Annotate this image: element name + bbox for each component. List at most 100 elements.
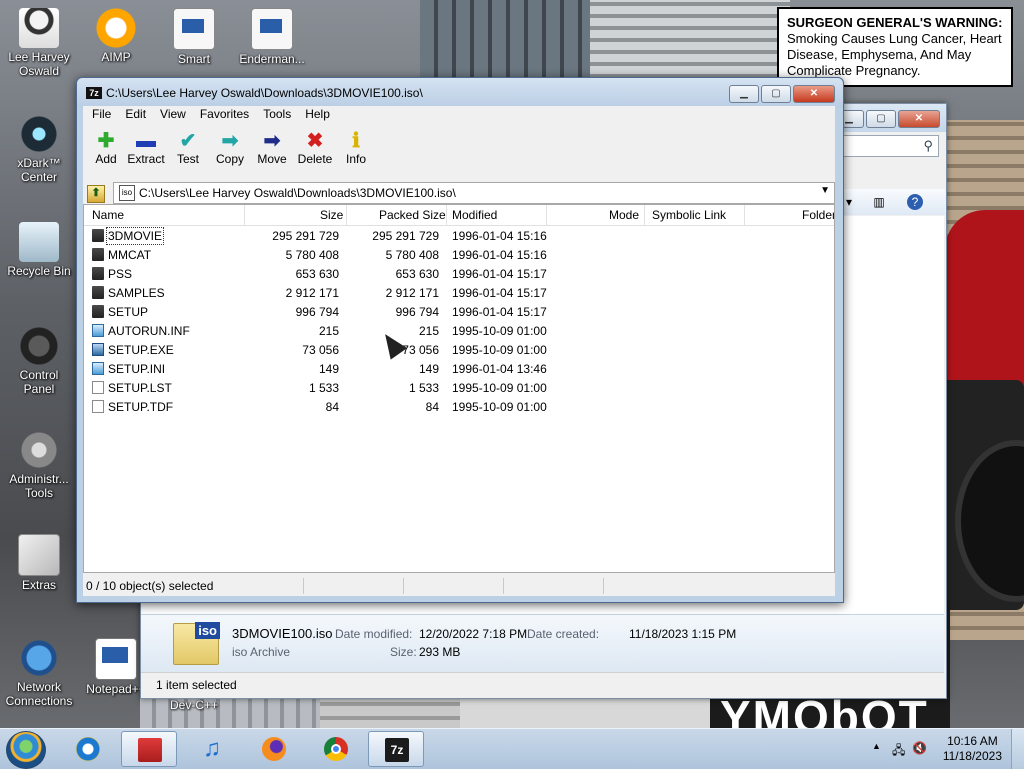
info-icon: ℹ [352, 130, 360, 152]
desktop-icon-extras[interactable]: Extras [3, 534, 75, 592]
list-item[interactable]: SETUP.LST 1 533 1 533 1995-10-09 01:00 [84, 378, 834, 397]
tray-expand-icon[interactable]: ▲ [872, 741, 881, 751]
folder-icon [92, 248, 104, 261]
list-item[interactable]: 3DMOVIE 295 291 729 295 291 729 1996-01-04 … [84, 226, 834, 245]
chevron-down-icon[interactable]: ▼ [820, 185, 830, 196]
desktop-icon-xdark[interactable]: xDark™ Center [3, 114, 75, 184]
file-packed-size: 2 912 171 [385, 286, 439, 300]
address-field[interactable]: iso C:\Users\Lee Harvey Oswald\Downloads… [113, 182, 835, 204]
taskbar-7zip[interactable]: 7z [368, 731, 424, 767]
desktop-icon-devcpp[interactable]: Dev-C++ [158, 698, 230, 712]
user-icon [19, 8, 59, 48]
explorer-statusbar: 1 item selected [141, 672, 944, 697]
search-icon: ⚲ [923, 138, 933, 153]
clock[interactable]: 10:16 AM 11/18/2023 [943, 734, 1002, 764]
list-item[interactable]: SETUP.EXE 73 056 73 056 1995-10-09 01:00 [84, 340, 834, 359]
warning-text: Smoking Causes Lung Cancer, Heart Diseas… [787, 31, 1002, 78]
desktop-icon-label: Recycle Bin [7, 264, 71, 278]
menu-view[interactable]: View [153, 106, 193, 124]
chrome-icon [324, 737, 348, 761]
column-folder[interactable]: Folder [802, 208, 834, 222]
list-item[interactable]: MMCAT 5 780 408 5 780 408 1996-01-04 15:16 [84, 245, 834, 264]
7zip-titlebar[interactable]: 7z C:\Users\Lee Harvey Oswald\Downloads\… [77, 78, 843, 108]
menu-help[interactable]: Help [298, 106, 337, 124]
file-packed-size: 215 [418, 324, 439, 338]
preview-pane-icon[interactable]: ▥ [871, 194, 887, 210]
desktop-icon-label: Lee Harvey Oswald [8, 50, 70, 78]
desktop-icon-smart[interactable]: Smart [158, 8, 230, 66]
desktop-icon-aimp[interactable]: AIMP [80, 8, 152, 64]
file-size: 5 780 408 [285, 248, 339, 262]
file-name: SETUP.LST [108, 381, 172, 395]
menu-favorites[interactable]: Favorites [193, 106, 256, 124]
iso-file-icon: iso [173, 622, 220, 665]
maximize-button[interactable]: ▢ [866, 110, 896, 128]
column-mode[interactable]: Mode [609, 208, 639, 222]
file-name: 3DMOVIE [105, 227, 165, 245]
column-symbolic-link[interactable]: Symbolic Link [652, 208, 726, 222]
iso-icon: iso [119, 185, 135, 201]
list-item[interactable]: SETUP.INI 149 149 1996-01-04 13:46 [84, 359, 834, 378]
window-title: C:\Users\Lee Harvey Oswald\Downloads\3DM… [106, 86, 423, 100]
xdark-icon [19, 114, 59, 154]
inf-icon [92, 362, 104, 375]
txt-icon [92, 381, 104, 394]
start-button[interactable] [6, 731, 46, 769]
folder-icon [92, 305, 104, 318]
column-packed-size[interactable]: Packed Size [379, 208, 446, 222]
desktop-icon-user[interactable]: Lee Harvey Oswald [3, 8, 75, 78]
delete-button[interactable]: ✖ Delete [295, 130, 335, 166]
file-size: 1 533 [308, 381, 339, 395]
minimize-button[interactable]: ▁ [729, 85, 759, 103]
toolbar: ✚ Add ▬ Extract ✔ Test ➡ Copy ➡ Move ✖ D… [83, 126, 835, 180]
system-tray: ▲ 🖧 🔇 10:16 AM 11/18/2023 [864, 729, 1024, 769]
network-tray-icon[interactable]: 🖧 [892, 741, 906, 757]
date-created-value: 11/18/2023 1:15 PM [629, 627, 737, 641]
volume-muted-icon[interactable]: 🔇 [912, 741, 927, 755]
window-controls: ▁ ▢ ✕ [729, 85, 835, 103]
menu-bar: File Edit View Favorites Tools Help [83, 106, 835, 124]
close-button[interactable]: ✕ [898, 110, 940, 128]
inf-icon [92, 324, 104, 337]
desktop-icon-control-panel[interactable]: Control Panel [3, 326, 75, 396]
7zip-window[interactable]: 7z C:\Users\Lee Harvey Oswald\Downloads\… [76, 77, 844, 603]
file-list[interactable]: Name Size Packed Size Modified Mode Symb… [83, 204, 835, 573]
list-item[interactable]: SETUP.TDF 84 84 1995-10-09 01:00 [84, 397, 834, 416]
column-size[interactable]: Size [320, 208, 343, 222]
add-button[interactable]: ✚ Add [89, 130, 123, 166]
maximize-button[interactable]: ▢ [761, 85, 791, 103]
taskbar-music[interactable]: ♫ [184, 731, 240, 767]
taskbar-store[interactable] [121, 731, 177, 767]
taskbar-firefox[interactable] [246, 731, 302, 767]
desktop-icon-enderman[interactable]: Enderman... [236, 8, 308, 66]
column-modified[interactable]: Modified [452, 208, 497, 222]
test-button[interactable]: ✔ Test [171, 130, 205, 166]
taskbar-chrome[interactable] [308, 731, 364, 767]
file-name: SETUP [108, 305, 149, 319]
clock-date: 11/18/2023 [942, 749, 1002, 763]
desktop-icon-label: Control Panel [19, 368, 59, 396]
move-button[interactable]: ➡ Move [255, 130, 289, 166]
info-button[interactable]: ℹ Info [341, 130, 371, 166]
menu-tools[interactable]: Tools [256, 106, 298, 124]
menu-file[interactable]: File [85, 106, 118, 124]
close-button[interactable]: ✕ [793, 85, 835, 103]
desktop-icon-admin-tools[interactable]: Administr... Tools [3, 430, 75, 500]
taskbar-internet-explorer[interactable] [60, 731, 116, 767]
copy-button[interactable]: ➡ Copy [213, 130, 247, 166]
list-item[interactable]: AUTORUN.INF 215 215 1995-10-09 01:00 [84, 321, 834, 340]
list-item[interactable]: PSS 653 630 653 630 1996-01-04 15:17 [84, 264, 834, 283]
file-size: 996 794 [295, 305, 339, 319]
firefox-icon [262, 737, 286, 761]
search-input[interactable]: ⚲ [841, 135, 939, 157]
desktop-icon-recycle-bin[interactable]: Recycle Bin [3, 222, 75, 278]
desktop-icon-network[interactable]: Network Connections [3, 638, 75, 708]
menu-edit[interactable]: Edit [118, 106, 153, 124]
up-folder-icon[interactable]: ⬆ [87, 185, 105, 203]
list-item[interactable]: SETUP 996 794 996 794 1996-01-04 15:17 [84, 302, 834, 321]
extract-button[interactable]: ▬ Extract [125, 130, 167, 166]
list-item[interactable]: SAMPLES 2 912 171 2 912 171 1996-01-04 15:1… [84, 283, 834, 302]
show-desktop-button[interactable] [1011, 729, 1024, 769]
help-icon[interactable]: ? [907, 194, 923, 210]
column-name[interactable]: Name [92, 208, 124, 222]
